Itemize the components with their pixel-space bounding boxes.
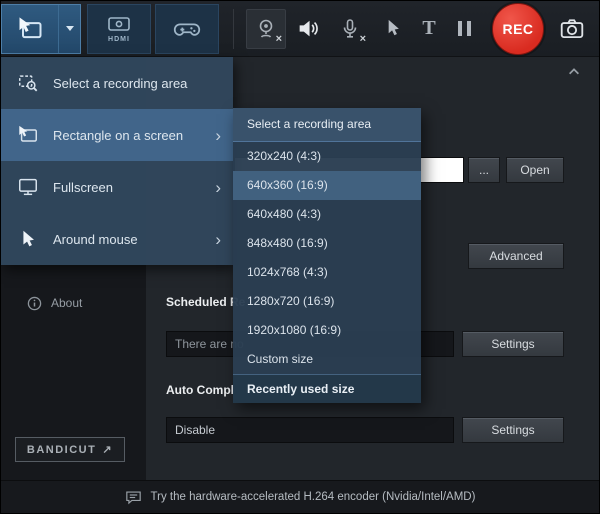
record-button[interactable]: REC (492, 2, 544, 55)
menu-item-label: Around mouse (53, 231, 138, 247)
mouse-cursor-icon (381, 17, 404, 40)
menu-item-label: Select a recording area (53, 75, 188, 91)
external-link-icon: ↗ (102, 444, 114, 456)
submenu-arrow-icon: › (215, 177, 221, 197)
size-option-1280x720[interactable]: 1280x720 (16:9) (233, 287, 421, 316)
game-recording-mode-button[interactable] (155, 3, 219, 54)
toolbar-separator (233, 8, 234, 49)
rectangle-on-screen-icon (17, 124, 39, 146)
toolbar: HDMI × × T REC (1, 1, 599, 57)
submenu-arrow-icon: › (215, 229, 221, 249)
camera-icon (559, 16, 585, 42)
screen-recording-mode-group (1, 3, 81, 54)
text-overlay-button[interactable]: T (412, 1, 446, 57)
scheduled-settings-button[interactable]: Settings (462, 331, 564, 357)
hdmi-label: HDMI (108, 35, 130, 43)
speaker-icon (296, 16, 321, 41)
auto-complete-heading: Auto Compl (166, 383, 234, 397)
statusbar-message: Try the hardware-accelerated H.264 encod… (150, 491, 476, 503)
webcam-overlay-button[interactable]: × (244, 1, 288, 57)
screen-recording-mode-button[interactable] (2, 5, 58, 53)
select-area-icon (16, 15, 44, 43)
hdmi-device-icon (106, 15, 132, 35)
menu-item-select-recording-area[interactable]: Select a recording area (1, 57, 233, 109)
size-option-1920x1080[interactable]: 1920x1080 (16:9) (233, 316, 421, 345)
microphone-button[interactable]: × (328, 1, 372, 57)
menu-item-label: Fullscreen (53, 179, 113, 195)
sidebar-item-about[interactable]: About (1, 289, 146, 317)
pause-button[interactable] (446, 1, 482, 57)
submenu-arrow-icon: › (215, 125, 221, 145)
speech-bubble-icon (125, 490, 142, 505)
menu-item-rectangle-on-screen[interactable]: Rectangle on a screen › (1, 109, 233, 161)
screen-mode-dropdown-button[interactable] (58, 4, 80, 53)
size-option-1024x768[interactable]: 1024x768 (4:3) (233, 258, 421, 287)
chevron-down-icon (65, 26, 74, 31)
bandicut-label: BANDICUT (26, 443, 97, 456)
menu-item-fullscreen[interactable]: Fullscreen › (1, 161, 233, 213)
statusbar-tip[interactable]: Try the hardware-accelerated H.264 encod… (1, 480, 599, 513)
size-option-320x240[interactable]: 320x240 (4:3) (233, 142, 421, 171)
screenshot-button[interactable] (550, 1, 594, 57)
about-label: About (51, 296, 83, 310)
recording-size-submenu: Select a recording area 320x240 (4:3) 64… (233, 108, 421, 403)
advanced-button[interactable]: Advanced (468, 243, 564, 269)
size-option-recently-used[interactable]: Recently used size (233, 374, 421, 403)
size-option-640x360[interactable]: 640x360 (16:9) (233, 171, 421, 200)
menu-item-label: Rectangle on a screen (53, 127, 184, 143)
select-area-search-icon (17, 72, 39, 94)
size-option-848x480[interactable]: 848x480 (16:9) (233, 229, 421, 258)
bandicut-button[interactable]: BANDICUT ↗ (15, 437, 125, 462)
auto-complete-status: Disable (166, 417, 454, 443)
browse-button[interactable]: ... (468, 157, 500, 183)
pause-icon (457, 21, 471, 36)
webcam-disabled-x-icon: × (275, 32, 282, 45)
submenu-header: Select a recording area (233, 108, 421, 142)
size-option-640x480[interactable]: 640x480 (4:3) (233, 200, 421, 229)
around-mouse-cursor-icon (17, 228, 39, 250)
speaker-button[interactable] (288, 1, 328, 57)
fullscreen-monitor-icon (17, 176, 39, 198)
info-icon (27, 296, 42, 311)
app-window: HDMI × × T REC About BANDICUT ↗ ... Open… (0, 0, 600, 514)
mouse-effects-button[interactable] (372, 1, 412, 57)
menu-item-around-mouse[interactable]: Around mouse › (1, 213, 233, 265)
collapse-panel-button[interactable] (567, 65, 581, 79)
text-tool-icon: T (422, 17, 436, 39)
device-recording-mode-button[interactable]: HDMI (87, 3, 151, 54)
auto-complete-settings-button[interactable]: Settings (462, 417, 564, 443)
open-button[interactable]: Open (506, 157, 564, 183)
microphone-icon (338, 17, 362, 41)
game-controller-icon (173, 15, 201, 43)
chevron-up-icon (567, 65, 581, 79)
recording-area-menu: Select a recording area Rectangle on a s… (1, 57, 233, 265)
size-option-custom[interactable]: Custom size (233, 345, 421, 374)
microphone-disabled-x-icon: × (359, 32, 366, 45)
